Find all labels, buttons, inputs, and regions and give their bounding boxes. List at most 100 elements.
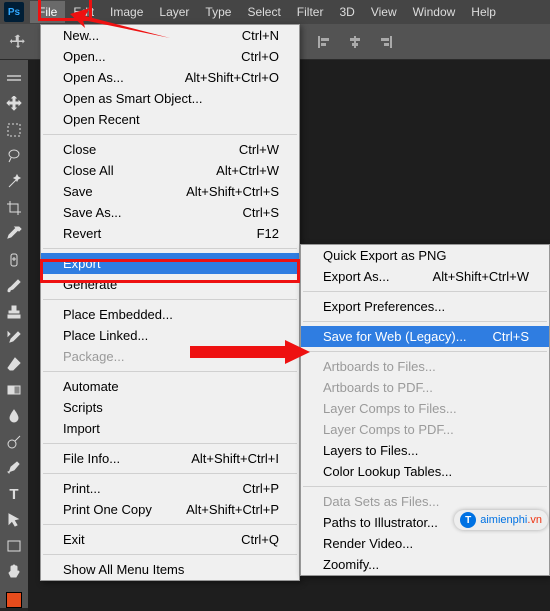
stamp-tool[interactable]	[2, 300, 26, 324]
shortcut: Ctrl+N	[242, 28, 279, 43]
menu-label: Export Preferences...	[323, 299, 445, 314]
menu-item-place-linked[interactable]: Place Linked...	[41, 325, 299, 346]
separator	[43, 299, 297, 300]
color-swatches[interactable]	[6, 592, 22, 608]
separator	[303, 321, 547, 322]
menu-item-render-video[interactable]: Render Video...	[301, 533, 549, 554]
watermark-badge: T aimienphi.vn	[454, 510, 548, 530]
menu-label: Color Lookup Tables...	[323, 464, 452, 479]
menu-type[interactable]: Type	[197, 1, 239, 23]
menu-image[interactable]: Image	[102, 1, 151, 23]
menu-item-save-for-web[interactable]: Save for Web (Legacy)...Ctrl+S	[301, 326, 549, 347]
lasso-tool[interactable]	[2, 144, 26, 168]
align-center-icon[interactable]	[343, 30, 367, 54]
wand-tool[interactable]	[2, 170, 26, 194]
watermark-icon: T	[460, 512, 476, 528]
blur-tool[interactable]	[2, 404, 26, 428]
shortcut: Alt+Shift+Ctrl+W	[433, 269, 529, 284]
align-left-icon[interactable]	[313, 30, 337, 54]
menu-item-layers-files[interactable]: Layers to Files...	[301, 440, 549, 461]
menu-label: Automate	[63, 379, 119, 394]
menu-view[interactable]: View	[363, 1, 405, 23]
menu-3d[interactable]: 3D	[331, 1, 362, 23]
crop-tool[interactable]	[2, 196, 26, 220]
menu-label: Place Linked...	[63, 328, 148, 343]
brush-tool[interactable]	[2, 274, 26, 298]
menu-item-file-info[interactable]: File Info...Alt+Shift+Ctrl+I	[41, 448, 299, 469]
menu-item-close[interactable]: CloseCtrl+W	[41, 139, 299, 160]
menu-edit[interactable]: Edit	[65, 1, 102, 23]
menu-label: Save As...	[63, 205, 122, 220]
eyedropper-tool[interactable]	[2, 222, 26, 246]
menu-label: Artboards to PDF...	[323, 380, 433, 395]
menu-item-show-all[interactable]: Show All Menu Items	[41, 559, 299, 580]
menu-item-open-smart[interactable]: Open as Smart Object...	[41, 88, 299, 109]
menu-help[interactable]: Help	[463, 1, 504, 23]
shortcut: F12	[257, 226, 279, 241]
menu-item-close-all[interactable]: Close AllAlt+Ctrl+W	[41, 160, 299, 181]
menu-layer[interactable]: Layer	[151, 1, 197, 23]
menu-item-print-one[interactable]: Print One CopyAlt+Shift+Ctrl+P	[41, 499, 299, 520]
menu-label: Layer Comps to PDF...	[323, 422, 454, 437]
menu-item-new[interactable]: New...Ctrl+N	[41, 25, 299, 46]
foreground-color[interactable]	[6, 592, 22, 608]
menu-item-save[interactable]: Save Alt+Shift+Ctrl+S	[41, 181, 299, 202]
menu-item-save-as[interactable]: Save As...Ctrl+S	[41, 202, 299, 223]
path-select-tool[interactable]	[2, 508, 26, 532]
menu-item-export-as[interactable]: Export As... Alt+Shift+Ctrl+W	[301, 266, 549, 287]
menu-filter[interactable]: Filter	[289, 1, 332, 23]
menu-label: Scripts	[63, 400, 103, 415]
heal-tool[interactable]	[2, 248, 26, 272]
separator	[303, 291, 547, 292]
history-brush-tool[interactable]	[2, 326, 26, 350]
shortcut: Alt+Shift+Ctrl+P	[186, 502, 279, 517]
menu-item-color-lookup[interactable]: Color Lookup Tables...	[301, 461, 549, 482]
menu-item-generate[interactable]: Generate	[41, 274, 299, 295]
menu-label: Place Embedded...	[63, 307, 173, 322]
align-right-icon[interactable]	[373, 30, 397, 54]
menu-label: Export As...	[323, 269, 389, 284]
rectangle-tool[interactable]	[2, 534, 26, 558]
menu-select[interactable]: Select	[239, 1, 288, 23]
shortcut: Ctrl+W	[239, 142, 279, 157]
menu-item-export[interactable]: Export	[41, 253, 299, 274]
marquee-tool[interactable]	[2, 118, 26, 142]
move-tool[interactable]	[2, 92, 26, 116]
menu-item-data-sets: Data Sets as Files...	[301, 491, 549, 512]
hand-tool[interactable]	[2, 560, 26, 584]
menu-item-open-recent[interactable]: Open Recent	[41, 109, 299, 130]
menu-item-artboards-pdf: Artboards to PDF...	[301, 377, 549, 398]
separator	[43, 473, 297, 474]
menu-label: Open As...	[63, 70, 124, 85]
menu-item-zoomify[interactable]: Zoomify...	[301, 554, 549, 575]
menu-item-place-embedded[interactable]: Place Embedded...	[41, 304, 299, 325]
menu-item-print[interactable]: Print...Ctrl+P	[41, 478, 299, 499]
type-tool[interactable]: T	[2, 482, 26, 506]
menu-item-quick-export[interactable]: Quick Export as PNG	[301, 245, 549, 266]
separator	[303, 486, 547, 487]
separator	[43, 371, 297, 372]
menu-item-scripts[interactable]: Scripts	[41, 397, 299, 418]
shortcut: Alt+Shift+Ctrl+S	[186, 184, 279, 199]
handle-icon[interactable]	[2, 66, 26, 90]
menu-item-automate[interactable]: Automate	[41, 376, 299, 397]
separator	[43, 554, 297, 555]
menu-label: Save	[63, 184, 93, 199]
shortcut: Alt+Ctrl+W	[216, 163, 279, 178]
pen-tool[interactable]	[2, 456, 26, 480]
menu-file[interactable]: File	[30, 1, 65, 23]
menu-item-exit[interactable]: ExitCtrl+Q	[41, 529, 299, 550]
menu-label: Layers to Files...	[323, 443, 418, 458]
menu-label: Data Sets as Files...	[323, 494, 439, 509]
menu-item-export-prefs[interactable]: Export Preferences...	[301, 296, 549, 317]
menu-window[interactable]: Window	[405, 1, 464, 23]
gradient-tool[interactable]	[2, 378, 26, 402]
menu-item-import[interactable]: Import	[41, 418, 299, 439]
menu-item-open[interactable]: Open...Ctrl+O	[41, 46, 299, 67]
menu-item-open-as[interactable]: Open As...Alt+Shift+Ctrl+O	[41, 67, 299, 88]
separator	[43, 524, 297, 525]
menu-item-revert[interactable]: RevertF12	[41, 223, 299, 244]
eraser-tool[interactable]	[2, 352, 26, 376]
dodge-tool[interactable]	[2, 430, 26, 454]
move-tool-icon[interactable]	[6, 30, 30, 54]
